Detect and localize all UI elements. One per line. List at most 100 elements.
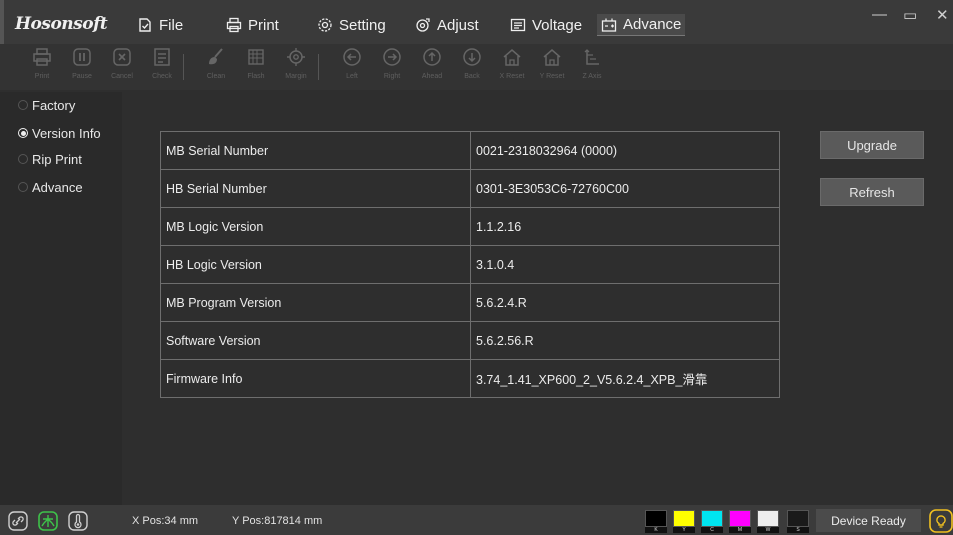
brand-logo: Hosonsoft: [15, 14, 108, 34]
table-row: MB Logic Version 1.1.2.16: [160, 207, 780, 246]
row-value: 5.6.2.4.R: [470, 283, 780, 322]
row-key: HB Logic Version: [160, 245, 471, 284]
sidebar-item-advance[interactable]: Advance: [18, 178, 83, 196]
table-row: MB Serial Number 0021-2318032964 (0000): [160, 131, 780, 170]
close-button[interactable]: ✕: [936, 6, 949, 24]
print-tool[interactable]: Print: [22, 47, 62, 80]
minimize-button[interactable]: —: [872, 6, 887, 23]
arrow-down-icon: [462, 47, 482, 67]
arrow-right-icon: [382, 47, 402, 67]
status-bar: X Pos:34 mm Y Pos:817814 mm KYCMW S Devic…: [0, 505, 953, 535]
x-reset-tool[interactable]: X Reset: [492, 47, 532, 80]
gear-icon: [317, 17, 333, 33]
radio-icon: [18, 100, 28, 110]
row-key: HB Serial Number: [160, 169, 471, 208]
menu-file[interactable]: File: [137, 14, 183, 36]
check-tool[interactable]: Check: [142, 47, 182, 80]
brush-icon: [206, 47, 226, 67]
y-reset-tool[interactable]: Y Reset: [532, 47, 572, 80]
row-value: 3.74_1.41_XP600_2_V5.6.2.4_XPB_滑靠: [470, 359, 780, 398]
ink-swatch: [787, 510, 809, 527]
toolbar: Print Pause Cancel Check Clean Flash Mar…: [0, 44, 953, 90]
clean-tool[interactable]: Clean: [196, 47, 236, 80]
home-icon: [502, 47, 522, 67]
ink-tank-s: S: [787, 510, 809, 533]
ink-tank-k: K: [645, 510, 667, 533]
flash-tool[interactable]: Flash: [236, 47, 276, 80]
right-tool[interactable]: Right: [372, 47, 412, 80]
arrow-up-icon: [422, 47, 442, 67]
refresh-button[interactable]: Refresh: [820, 178, 924, 206]
ink-swatch: [673, 510, 695, 527]
arrow-left-icon: [342, 47, 362, 67]
cancel-tool[interactable]: Cancel: [102, 47, 142, 80]
home-icon: [542, 47, 562, 67]
pause-tool[interactable]: Pause: [62, 47, 102, 80]
x-position: X Pos:34 mm: [132, 515, 199, 527]
target-icon: [286, 47, 306, 67]
radio-selected-icon: [18, 128, 28, 138]
link-icon[interactable]: [8, 511, 28, 531]
printer-icon: [226, 17, 242, 33]
menu-voltage-label: Voltage: [532, 16, 583, 34]
ahead-tool[interactable]: Ahead: [412, 47, 452, 80]
radio-icon: [18, 154, 28, 164]
row-value: 1.1.2.16: [470, 207, 780, 246]
ink-swatch: [645, 510, 667, 527]
ink-label: K: [645, 527, 667, 533]
menu-advance[interactable]: Advance: [597, 14, 686, 36]
row-key: MB Program Version: [160, 283, 471, 322]
ink-swatch: [701, 510, 723, 527]
menu-adjust[interactable]: Adjust: [415, 14, 479, 36]
ink-label: Y: [673, 527, 695, 533]
ink-label: M: [729, 527, 751, 533]
row-key: MB Serial Number: [160, 131, 471, 170]
ink-tank-m: M: [729, 510, 751, 533]
table-row: MB Program Version 5.6.2.4.R: [160, 283, 780, 322]
left-tool-label: Left: [346, 73, 358, 80]
ahead-tool-label: Ahead: [421, 73, 443, 80]
sidebar-item-factory[interactable]: Factory: [18, 96, 75, 114]
toolbar-separator: [318, 54, 319, 80]
print-tool-label: Print: [34, 73, 50, 80]
menu-print-label: Print: [248, 16, 279, 34]
left-tool[interactable]: Left: [332, 47, 372, 80]
menu-file-label: File: [159, 16, 184, 34]
check-tool-label: Check: [152, 73, 172, 80]
flash-icon: [246, 47, 266, 67]
sidebar-item-label: Rip Print: [32, 151, 82, 167]
sidebar-item-version-info[interactable]: Version Info: [18, 124, 101, 142]
network-icon[interactable]: [38, 511, 58, 531]
maximize-button[interactable]: ▭: [903, 6, 917, 24]
menu-bar: Hosonsoft File Print Setting Adjust Volt…: [0, 0, 953, 70]
cancel-icon: [112, 47, 132, 67]
z-axis-tool[interactable]: Z Axis: [572, 47, 612, 80]
menu-print[interactable]: Print: [226, 14, 279, 36]
row-value: 5.6.2.56.R: [470, 321, 780, 360]
back-tool[interactable]: Back: [452, 47, 492, 80]
sidebar-item-label: Factory: [32, 97, 76, 113]
row-value: 3.1.0.4: [470, 245, 780, 284]
ink-tank-w: W: [757, 510, 779, 533]
right-tool-label: Right: [383, 73, 401, 80]
lightbulb-icon[interactable]: [929, 509, 953, 533]
sidebar-item-rip-print[interactable]: Rip Print: [18, 150, 82, 168]
flash-tool-label: Flash: [247, 73, 265, 80]
voltage-icon: [510, 17, 526, 33]
upgrade-button[interactable]: Upgrade: [820, 131, 924, 159]
menu-setting[interactable]: Setting: [317, 14, 386, 36]
toolbar-separator: [183, 54, 184, 80]
temperature-icon[interactable]: [68, 511, 88, 531]
device-status: Device Ready: [816, 509, 921, 532]
cancel-tool-label: Cancel: [111, 73, 133, 80]
app-window: Hosonsoft File Print Setting Adjust Volt…: [0, 0, 953, 535]
margin-tool-label: Margin: [285, 73, 307, 80]
back-tool-label: Back: [464, 73, 480, 80]
menu-voltage[interactable]: Voltage: [510, 14, 582, 36]
advance-icon: [601, 17, 617, 33]
row-key: Firmware Info: [160, 359, 471, 398]
pause-tool-label: Pause: [72, 73, 92, 80]
table-row: Firmware Info 3.74_1.41_XP600_2_V5.6.2.4…: [160, 359, 780, 398]
margin-tool[interactable]: Margin: [276, 47, 316, 80]
sidebar: Factory Version Info Rip Print Advance: [0, 92, 122, 505]
